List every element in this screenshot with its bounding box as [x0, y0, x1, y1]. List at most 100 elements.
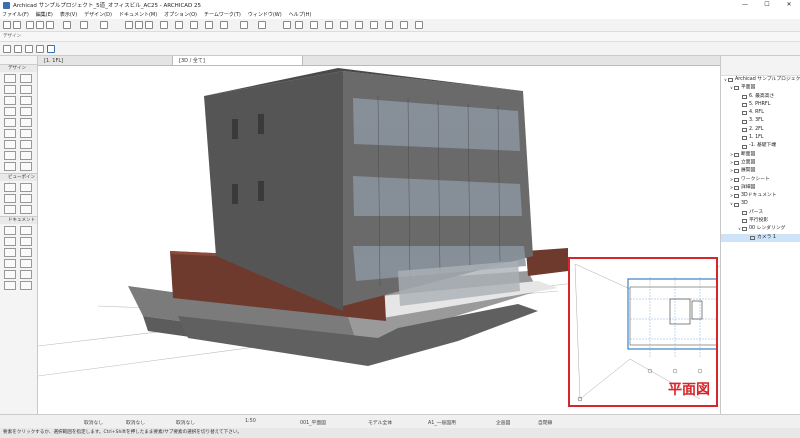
- menu-view[interactable]: 表示(V): [60, 11, 77, 18]
- interior-elevation-tool-icon[interactable]: [4, 194, 16, 203]
- drawing-tool-icon[interactable]: [4, 270, 16, 279]
- tree-item-story[interactable]: 3. 3FL: [721, 117, 800, 125]
- window-tool-icon[interactable]: [19, 118, 32, 127]
- undo-status-1[interactable]: 取消なし: [84, 419, 103, 426]
- model-view-dropdown[interactable]: モデル全体: [368, 419, 392, 426]
- spline-tool-icon[interactable]: [4, 281, 16, 290]
- pointer-icon[interactable]: [25, 45, 33, 53]
- door-tool-icon[interactable]: [4, 118, 16, 127]
- bim-cloud-icon[interactable]: [415, 21, 423, 29]
- section-tool-icon[interactable]: [4, 183, 16, 192]
- menu-window[interactable]: ウィンドウ(W): [248, 11, 282, 18]
- selected-status[interactable]: 自閉鎖: [538, 419, 552, 426]
- tree-item-story[interactable]: 1. 1FL: [721, 134, 800, 142]
- level-dimension-tool-icon[interactable]: [19, 226, 32, 235]
- line-type-icon[interactable]: [80, 21, 88, 29]
- arc-tool-icon[interactable]: [4, 259, 16, 268]
- dimension-tool-icon[interactable]: [4, 226, 16, 235]
- figure-tool-icon[interactable]: [19, 270, 32, 279]
- menu-document[interactable]: ドキュメント(M): [119, 11, 157, 18]
- zone-tool-icon[interactable]: [19, 151, 32, 160]
- tree-item-project[interactable]: ∨ Archicad サンプルプロジェクト: [721, 76, 800, 84]
- undo-icon[interactable]: [3, 21, 11, 29]
- minimize-button[interactable]: —: [734, 0, 756, 10]
- align-icon[interactable]: [190, 21, 198, 29]
- mirror-icon[interactable]: [125, 21, 133, 29]
- lamp-tool-icon[interactable]: [4, 162, 16, 171]
- element-filter-icon[interactable]: [14, 45, 22, 53]
- tree-item-story[interactable]: -1. 基礎下端: [721, 142, 800, 150]
- tree-item-axonometry[interactable]: 平行投影: [721, 217, 800, 225]
- shell-tool-icon[interactable]: [19, 96, 32, 105]
- menu-edit[interactable]: 編集(E): [36, 11, 53, 18]
- tree-item-elevations[interactable]: > 立面図: [721, 159, 800, 167]
- tree-item-rendering[interactable]: ∨ 00 レンダリング: [721, 225, 800, 233]
- save-icon[interactable]: [400, 21, 408, 29]
- object-tool-icon[interactable]: [4, 151, 16, 160]
- tree-item-interior-elevations[interactable]: > 展開図: [721, 167, 800, 175]
- dimension-icon[interactable]: [283, 21, 291, 29]
- menu-teamwork[interactable]: チームワーク(T): [204, 11, 241, 18]
- selection-icon[interactable]: [3, 45, 11, 53]
- maximize-button[interactable]: ☐: [756, 0, 778, 10]
- text-tool-icon[interactable]: [4, 237, 16, 246]
- tab-3d[interactable]: [3D / 全て]: [173, 56, 303, 65]
- marquee-icon[interactable]: [36, 21, 44, 29]
- column-tool-icon[interactable]: [4, 107, 16, 116]
- close-button[interactable]: ✕: [778, 0, 800, 10]
- railing-tool-icon[interactable]: [19, 129, 32, 138]
- fill-tool-icon[interactable]: [4, 248, 16, 257]
- roof-tool-icon[interactable]: [19, 85, 32, 94]
- opening-tool-icon[interactable]: [19, 162, 32, 171]
- undo-status-3[interactable]: 取消なし: [176, 419, 195, 426]
- polygon-select-icon[interactable]: [47, 45, 55, 53]
- section-icon[interactable]: [325, 21, 333, 29]
- select-mode-icon[interactable]: [205, 21, 213, 29]
- skylight-tool-icon[interactable]: [19, 107, 32, 116]
- tree-item-floor-plans[interactable]: ∨ 平面図: [721, 84, 800, 92]
- text-icon[interactable]: [160, 21, 168, 29]
- elevation-tool-icon[interactable]: [19, 183, 32, 192]
- tree-item-worksheets[interactable]: > ワークシート: [721, 176, 800, 184]
- polyline-tool-icon[interactable]: [19, 259, 32, 268]
- tree-item-3d-documents[interactable]: >3Dドキュメント: [721, 192, 800, 200]
- drag-icon[interactable]: [145, 21, 153, 29]
- display-option-dropdown[interactable]: 企画図: [496, 419, 510, 426]
- explore-icon[interactable]: [240, 21, 248, 29]
- tree-item-story[interactable]: 6. 最高高さ: [721, 93, 800, 101]
- detail-tool-icon[interactable]: [4, 205, 16, 214]
- layer-icon[interactable]: [175, 21, 183, 29]
- toolbox-section-viewpoint[interactable]: ビューポイント: [0, 173, 37, 188]
- menu-options[interactable]: オプション(O): [164, 11, 197, 18]
- redo-icon[interactable]: [13, 21, 21, 29]
- snap-guides-icon[interactable]: [100, 21, 108, 29]
- tree-item-story[interactable]: 5. PHRFL: [721, 101, 800, 109]
- publish-icon[interactable]: [355, 21, 363, 29]
- 3d-viewport[interactable]: 平面図: [38, 66, 720, 414]
- tree-item-story[interactable]: 4. RFL: [721, 109, 800, 117]
- elevation-icon[interactable]: [295, 21, 303, 29]
- tab-floor-plan[interactable]: [1. 1FL]: [38, 56, 173, 65]
- tree-item-sections[interactable]: > 断面図: [721, 151, 800, 159]
- render-icon[interactable]: [258, 21, 266, 29]
- teamwork-icon[interactable]: [370, 21, 378, 29]
- camera-tool-icon[interactable]: [19, 205, 32, 214]
- print-icon[interactable]: [385, 21, 393, 29]
- tree-item-3d[interactable]: ∨ 3D: [721, 200, 800, 208]
- hotspot-tool-icon[interactable]: [19, 281, 32, 290]
- menu-help[interactable]: ヘルプ(H): [289, 11, 312, 18]
- toolbox-section-design[interactable]: デザイン: [0, 64, 37, 72]
- label-tool-icon[interactable]: [19, 237, 32, 246]
- zone-icon[interactable]: [340, 21, 348, 29]
- beam-tool-icon[interactable]: [4, 96, 16, 105]
- box-select-icon[interactable]: [36, 45, 44, 53]
- tree-item-perspective[interactable]: パース: [721, 209, 800, 217]
- toolbox-section-document[interactable]: ドキュメント: [0, 216, 37, 224]
- tree-item-story[interactable]: 2. 2FL: [721, 126, 800, 134]
- arrow-tool-icon[interactable]: [26, 21, 34, 29]
- rotate-icon[interactable]: [135, 21, 143, 29]
- slab-tool-icon[interactable]: [4, 85, 16, 94]
- gravity-icon[interactable]: [63, 21, 71, 29]
- mesh-tool-icon[interactable]: [4, 140, 16, 149]
- menu-design[interactable]: デザイン(D): [84, 11, 112, 18]
